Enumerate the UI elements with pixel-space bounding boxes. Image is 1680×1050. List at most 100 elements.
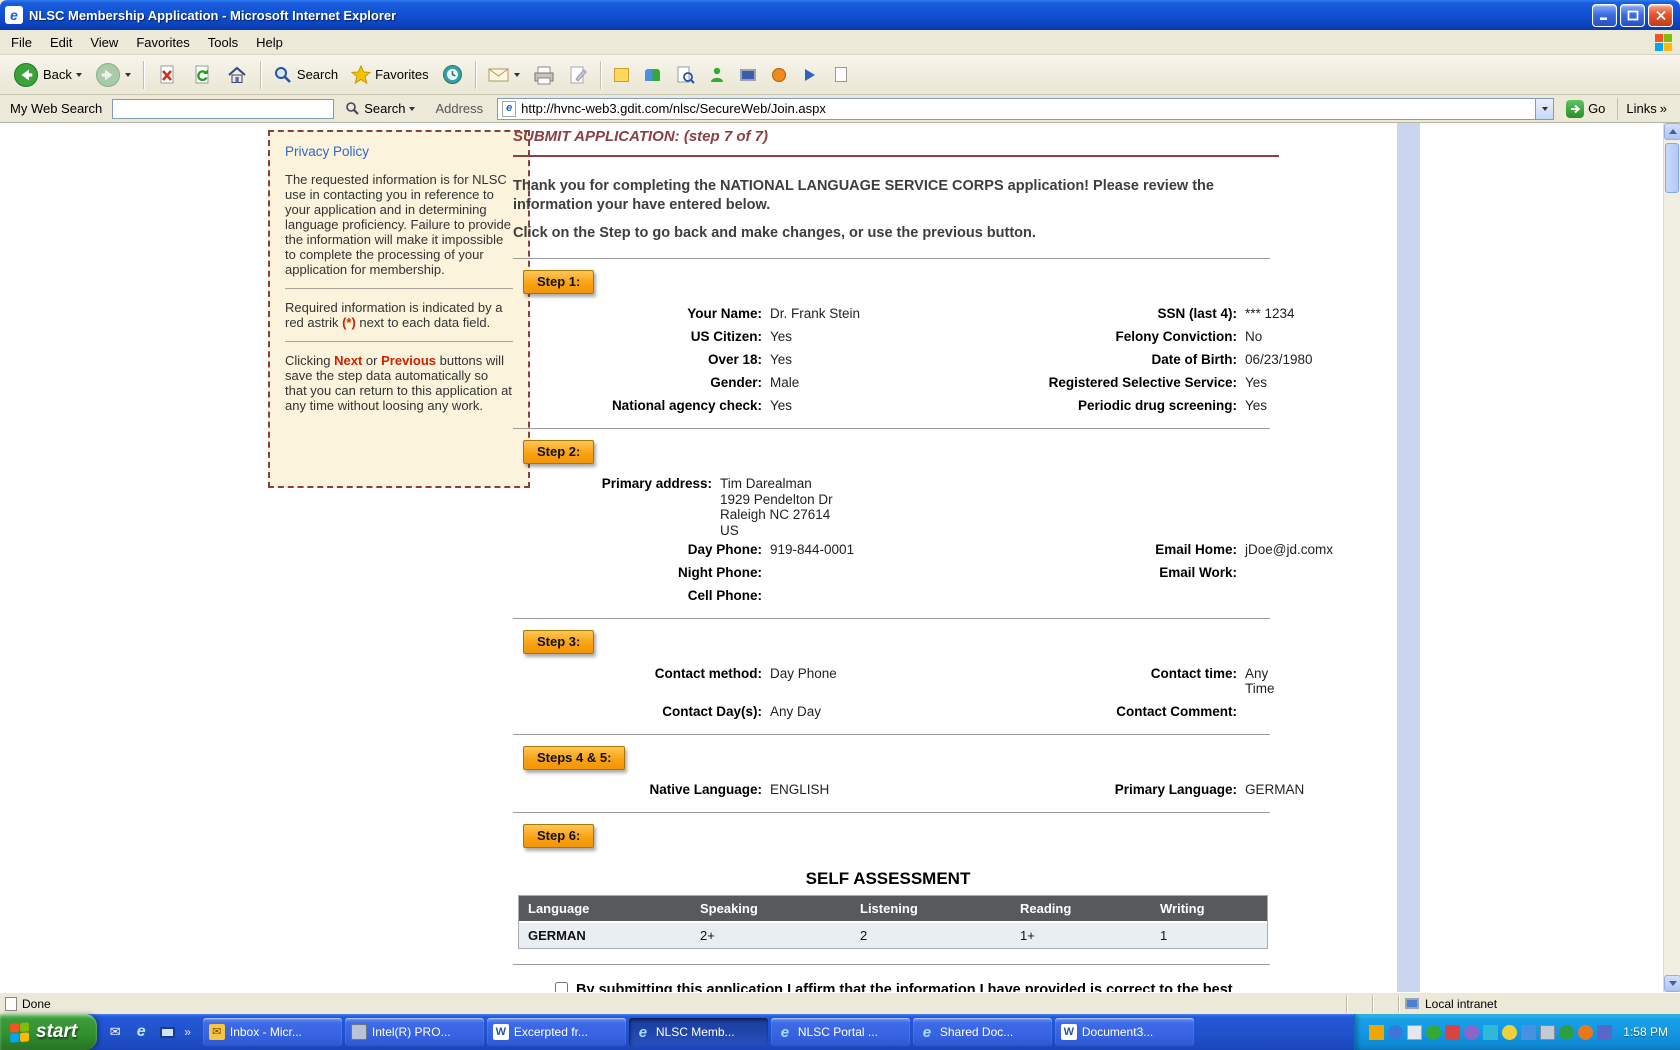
scroll-down-button[interactable]: [1664, 975, 1680, 992]
address-field[interactable]: e http://hvnc-web3.gdit.com/nlsc/SecureW…: [497, 98, 1554, 120]
tray-icon[interactable]: [1407, 1025, 1422, 1040]
maximize-button[interactable]: [1620, 4, 1645, 27]
history-button[interactable]: [437, 58, 468, 92]
privacy-text: or: [362, 353, 381, 368]
menu-edit[interactable]: Edit: [41, 31, 81, 54]
task-label: Inbox - Micr...: [230, 1025, 302, 1039]
outlook-icon: ✉: [209, 1024, 225, 1040]
scroll-up-button[interactable]: [1664, 123, 1680, 140]
vertical-scrollbar[interactable]: [1663, 123, 1680, 992]
stop-button[interactable]: [151, 58, 183, 92]
taskbar-clock[interactable]: 1:58 PM: [1623, 1025, 1668, 1039]
privacy-text: next to each data field.: [356, 315, 490, 330]
msn-icon: [770, 66, 788, 84]
field-value: [1245, 704, 1279, 719]
address-dropdown-button[interactable]: [1535, 99, 1553, 119]
field-value: Male: [770, 375, 960, 390]
task-button-intel[interactable]: Intel(R) PRO...: [345, 1018, 484, 1046]
print-button[interactable]: [528, 58, 560, 92]
status-bar: Done Local intranet: [0, 992, 1680, 1014]
step-6-button[interactable]: Step 6:: [523, 824, 594, 848]
document-button[interactable]: [827, 58, 855, 92]
web-search-dropdown-icon[interactable]: [409, 107, 415, 111]
tray-icon[interactable]: [1388, 1025, 1403, 1040]
step-1-button[interactable]: Step 1:: [523, 270, 594, 294]
research-button[interactable]: [670, 58, 700, 92]
steps-4-5-button[interactable]: Steps 4 & 5:: [523, 746, 625, 770]
tray-icon[interactable]: [1597, 1025, 1612, 1040]
menu-file[interactable]: File: [2, 31, 41, 54]
start-label: start: [36, 1021, 77, 1043]
go-button[interactable]: Go: [1559, 97, 1612, 121]
minimize-button[interactable]: [1592, 4, 1617, 27]
mail-dropdown-icon[interactable]: [514, 73, 520, 77]
divider: [285, 288, 513, 289]
field-value: Dr. Frank Stein: [770, 306, 960, 321]
menu-favorites[interactable]: Favorites: [127, 31, 198, 54]
task-button-document3[interactable]: WDocument3...: [1055, 1018, 1194, 1046]
web-search-button[interactable]: Search: [339, 97, 421, 121]
task-button-shared-doc[interactable]: eShared Doc...: [913, 1018, 1052, 1046]
affirmation-checkbox[interactable]: [555, 982, 568, 992]
search-button[interactable]: Search: [268, 58, 343, 92]
privacy-text: The requested information is for NLSC us…: [285, 172, 511, 277]
quick-launch-ie-icon[interactable]: e: [132, 1023, 150, 1041]
task-button-inbox[interactable]: ✉ Inbox - Micr...: [203, 1018, 342, 1046]
step-2-button[interactable]: Step 2:: [523, 440, 594, 464]
task-button-nlsc-portal[interactable]: eNLSC Portal ...: [771, 1018, 910, 1046]
discuss-button[interactable]: [639, 58, 667, 92]
menu-bar: File Edit View Favorites Tools Help: [0, 30, 1680, 55]
close-button[interactable]: [1648, 4, 1673, 27]
task-button-nlsc-membership[interactable]: eNLSC Memb...: [629, 1018, 768, 1046]
windows-flag-icon: [10, 1022, 29, 1042]
field-label: Contact method:: [513, 666, 770, 696]
favorites-button[interactable]: Favorites: [346, 58, 433, 92]
desktop-button[interactable]: [734, 58, 762, 92]
forward-button[interactable]: [90, 58, 136, 92]
tray-icon[interactable]: [1559, 1025, 1574, 1040]
table-cell: GERMAN: [519, 923, 691, 948]
links-button[interactable]: Links »: [1617, 98, 1675, 120]
tray-icon[interactable]: [1426, 1025, 1441, 1040]
back-dropdown-icon[interactable]: [76, 73, 82, 77]
msn-button[interactable]: [765, 58, 793, 92]
field-value: Any Day: [770, 704, 960, 719]
menu-help[interactable]: Help: [247, 31, 292, 54]
scrollbar-thumb[interactable]: [1665, 143, 1679, 193]
media-button[interactable]: [796, 58, 824, 92]
ie-logo-letter: e: [506, 103, 512, 114]
tray-icon[interactable]: [1464, 1025, 1479, 1040]
back-button[interactable]: Back: [8, 58, 87, 92]
messenger-button[interactable]: [703, 58, 731, 92]
forward-dropdown-icon[interactable]: [125, 73, 131, 77]
quick-launch-mail-icon[interactable]: ✉: [106, 1023, 124, 1041]
window-title: NLSC Membership Application - Microsoft …: [29, 8, 1592, 23]
tray-icon[interactable]: [1369, 1025, 1384, 1040]
privacy-policy-title[interactable]: Privacy Policy: [285, 144, 513, 159]
web-search-input[interactable]: [112, 99, 334, 119]
tray-icon[interactable]: [1502, 1025, 1517, 1040]
show-desktop-icon[interactable]: [158, 1023, 176, 1041]
taskbar: start ✉ e » ✉ Inbox - Micr... Intel(R) PR…: [0, 1014, 1680, 1050]
tray-icon[interactable]: [1578, 1025, 1593, 1040]
tray-icon[interactable]: [1521, 1025, 1536, 1040]
address-url[interactable]: http://hvnc-web3.gdit.com/nlsc/SecureWeb…: [521, 101, 1530, 116]
step-3-button[interactable]: Step 3:: [523, 630, 594, 654]
tray-icon[interactable]: [1445, 1025, 1460, 1040]
address-line: US: [720, 523, 1279, 539]
field-label: Contact Comment:: [960, 704, 1245, 719]
refresh-button[interactable]: [186, 58, 218, 92]
mail-button[interactable]: [483, 58, 525, 92]
task-button-excerpted[interactable]: WExcerpted fr...: [487, 1018, 626, 1046]
menu-view[interactable]: View: [81, 31, 127, 54]
menu-tools[interactable]: Tools: [199, 31, 247, 54]
home-button[interactable]: [221, 58, 253, 92]
notes-button[interactable]: [608, 58, 636, 92]
start-button[interactable]: start: [0, 1014, 97, 1050]
tray-icon[interactable]: [1540, 1025, 1555, 1040]
web-search-button-label: Search: [364, 101, 405, 116]
quick-launch-chevron-icon[interactable]: »: [184, 1025, 191, 1039]
tray-icon[interactable]: [1483, 1025, 1498, 1040]
edit-button[interactable]: [563, 58, 593, 92]
intel-proset-icon: [351, 1024, 367, 1040]
